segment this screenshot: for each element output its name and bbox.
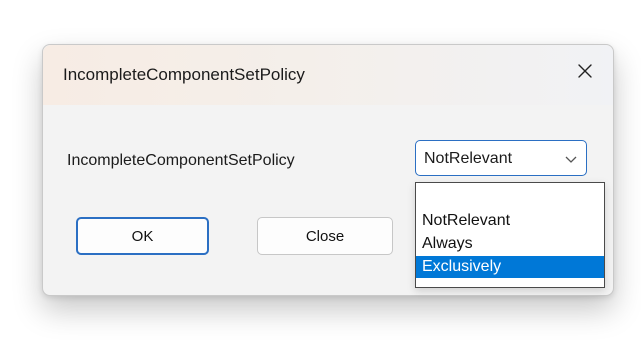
title-bar[interactable]: IncompleteComponentSetPolicy [43, 45, 613, 105]
policy-dropdown-list: NotRelevant Always Exclusively [415, 182, 605, 288]
ok-button[interactable]: OK [76, 217, 209, 255]
dialog-title: IncompleteComponentSetPolicy [63, 65, 305, 84]
dropdown-option-exclusively[interactable]: Exclusively [416, 256, 604, 278]
close-window-button[interactable] [571, 57, 599, 85]
dialog-window: IncompleteComponentSetPolicy IncompleteC… [42, 44, 614, 296]
policy-select[interactable]: NotRelevant [415, 140, 587, 176]
dropdown-option-empty[interactable] [416, 184, 604, 206]
ok-button-label: OK [131, 227, 154, 245]
close-button-label: Close [305, 227, 345, 245]
chevron-down-icon [565, 156, 577, 163]
dropdown-option-always[interactable]: Always [416, 233, 604, 255]
close-icon [578, 64, 592, 78]
policy-select-value: NotRelevant [424, 150, 513, 167]
policy-field-label: IncompleteComponentSetPolicy [67, 152, 295, 169]
dropdown-option-notrelevant[interactable]: NotRelevant [416, 210, 604, 232]
close-button[interactable]: Close [257, 217, 393, 255]
